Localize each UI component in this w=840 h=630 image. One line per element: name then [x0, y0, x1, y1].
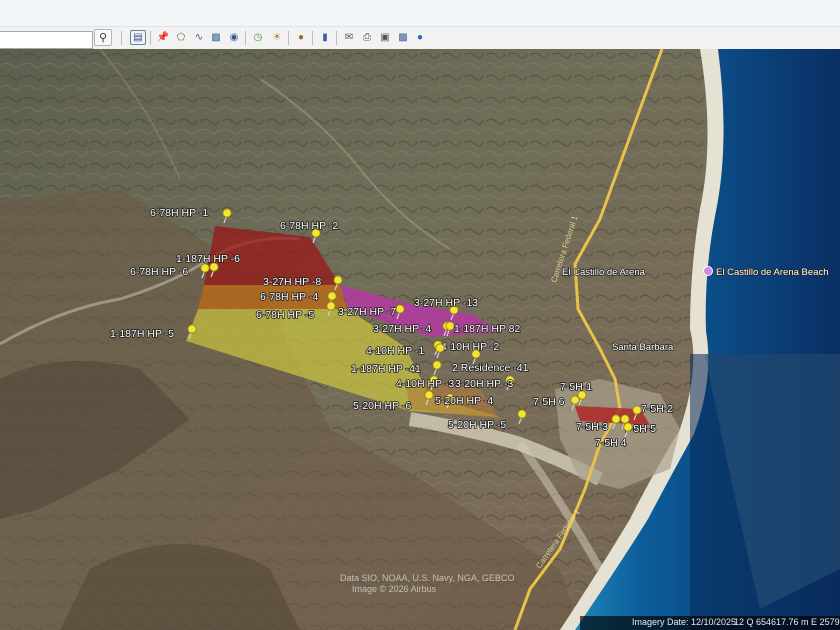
- status-bar: Imagery Date: 12/10/2025 12 Q 654617.76 …: [580, 616, 840, 630]
- pushpin-icon: [445, 321, 455, 331]
- toolbar-divider: [245, 31, 246, 45]
- placemark-label: 5-20H HP -5: [448, 419, 506, 431]
- imagery-date: Imagery Date: 12/10/2025: [632, 617, 737, 627]
- placemark-label: 1-187H HP -6: [176, 253, 240, 265]
- coordinates-readout: 12 Q 654617.76 m E 2579348: [734, 617, 840, 627]
- pushpin-icon: [424, 390, 434, 400]
- earth-icon[interactable]: ●: [412, 30, 428, 45]
- print-icon[interactable]: ⎙: [359, 30, 375, 45]
- placemark[interactable]: 3-20H HP -3: [454, 375, 515, 391]
- toolbar-divider: [150, 31, 151, 45]
- placemark-label: 3-27H HP -4: [373, 323, 431, 335]
- pushpin-icon: [570, 395, 580, 405]
- placemark[interactable]: 7-5H 6: [532, 395, 580, 411]
- placemark-label: 1-187H HP -41: [351, 363, 421, 375]
- pushpin-icon: [327, 291, 337, 301]
- placemark-label: 6-78H HP -2: [280, 220, 338, 232]
- placemark-label: 1-187H HP -5: [110, 328, 174, 340]
- search-icon: ⚲: [98, 32, 108, 44]
- pushpin-icon: [623, 422, 633, 432]
- save-image-icon[interactable]: ▣: [377, 30, 393, 45]
- place-label-santa-barbara: Santa Barbara: [612, 342, 674, 353]
- placemark-label: 1-187H HP 82: [454, 323, 521, 335]
- polygon-icon[interactable]: ⬠: [173, 30, 189, 45]
- pushpin-icon: [611, 414, 621, 424]
- placemark-label: 7-5H 4: [595, 437, 627, 449]
- sidebar-icon[interactable]: ▤: [130, 30, 146, 45]
- path-icon[interactable]: ∿: [191, 30, 207, 45]
- toolbar: ⚲ ▤ 📌 ⬠ ∿ ▩ ◉ ◷ ☀ ● ▮ ✉ ⎙ ▣ ▩ ●: [0, 27, 840, 50]
- placemark-icon[interactable]: 📌: [155, 30, 171, 45]
- placemark-label: 7-5H-1: [560, 381, 592, 393]
- overlay-icon[interactable]: ▩: [208, 30, 224, 45]
- tour-icon[interactable]: ◉: [226, 30, 242, 45]
- pushpin-icon: [620, 414, 630, 424]
- place-label-castillo: El Castillo de Arena: [562, 267, 646, 278]
- pushpin-icon: [200, 263, 210, 273]
- placemark-label: 7-5H-2: [641, 403, 673, 415]
- placemark[interactable]: 1-187H HP 82: [445, 321, 521, 337]
- placemark-label: 4-10H HP -1: [366, 345, 424, 357]
- toolbar-divider: [336, 31, 337, 45]
- pushpin-icon: [517, 409, 527, 419]
- toolbar-divider: [121, 31, 122, 45]
- pushpin-icon: [326, 301, 336, 311]
- placemark-label: 6-78H HP -4: [260, 291, 318, 303]
- pushpin-icon: [333, 275, 343, 285]
- pushpin-icon: [632, 405, 642, 415]
- ruler-icon[interactable]: ▮: [317, 30, 333, 45]
- placemark-label: 7-5H-3: [576, 421, 608, 433]
- placemark-label: 6-78H HP -6: [130, 266, 188, 278]
- pushpin-icon: [432, 360, 442, 370]
- placemark[interactable]: 4-10H HP -3: [395, 375, 455, 391]
- poi-icon: [703, 266, 713, 276]
- placemark-label: 2 Residence -41: [452, 362, 529, 374]
- placemark-label: 6-78H HP -1: [150, 207, 208, 219]
- place-label-beach: El Castillo de Arena Beach: [716, 267, 828, 278]
- placemark-label: 5-20H HP -4: [435, 395, 493, 407]
- pushpin-icon: [435, 343, 445, 353]
- placemark-label: 4-10H HP -2: [441, 341, 499, 353]
- placemark[interactable]: 3-27H HP -7: [337, 304, 405, 320]
- planets-icon[interactable]: ●: [293, 30, 309, 45]
- pushpin-icon: [187, 324, 197, 334]
- placemark-label: 5-20H HP -6: [353, 400, 411, 412]
- toolbar-divider: [288, 31, 289, 45]
- historical-imagery-icon[interactable]: ◷: [250, 30, 266, 45]
- placemark-label: 3-27H HP -7: [338, 306, 396, 318]
- placemark[interactable]: 5-20H HP -4: [434, 393, 494, 409]
- attribution-line1: Data SIO, NOAA, U.S. Navy, NGA, GEBCO: [340, 573, 514, 583]
- search-button[interactable]: ⚲: [94, 29, 112, 46]
- pushpin-icon: [395, 304, 405, 314]
- window-titlebar: [0, 0, 840, 27]
- placemark-label: 7-5H 6: [533, 396, 565, 408]
- map-view-icon[interactable]: ▩: [395, 30, 411, 45]
- toolbar-divider: [312, 31, 313, 45]
- poi-beach[interactable]: El Castillo de Arena Beach: [703, 266, 829, 279]
- search-input[interactable]: [0, 31, 93, 49]
- pushpin-icon: [222, 208, 232, 218]
- pushpin-icon: [471, 349, 481, 359]
- placemark-label: 4-10H HP -3: [396, 378, 454, 390]
- placemark-label: 3-27H HP -13: [414, 297, 478, 309]
- email-icon[interactable]: ✉: [341, 30, 357, 45]
- sunlight-icon[interactable]: ☀: [269, 30, 285, 45]
- placemark-label: 3-27H HP -8: [263, 276, 321, 288]
- placemark-label: 3-20H HP -3: [455, 378, 513, 390]
- map-view[interactable]: Carretera Federal 1 Carretera Federal 1 …: [0, 49, 840, 630]
- attribution-line2: Image © 2026 Airbus: [352, 584, 437, 594]
- placemark-label: 6-78H HP -5: [256, 309, 314, 321]
